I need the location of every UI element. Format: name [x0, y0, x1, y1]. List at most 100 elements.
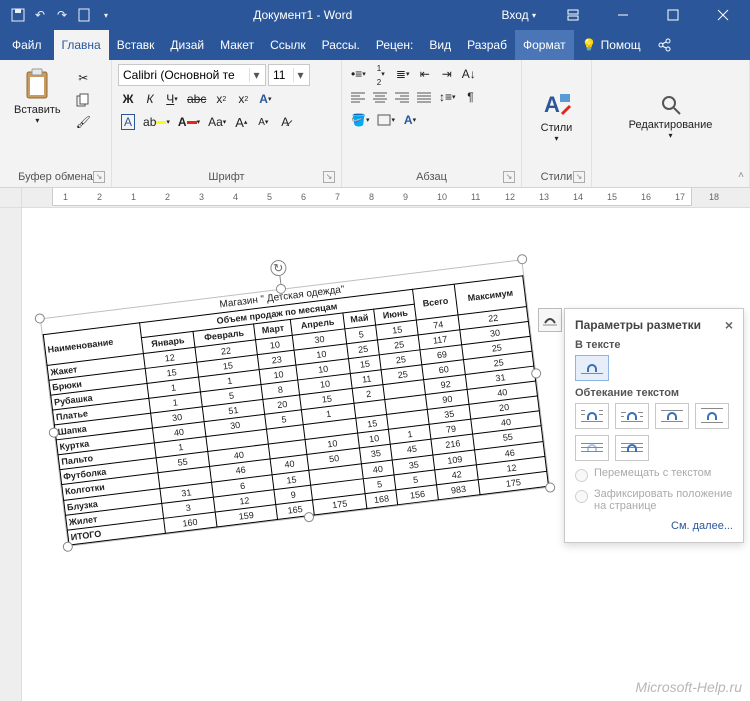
tab-layout[interactable]: Макет — [212, 30, 262, 60]
bullets-button[interactable]: •≡▾ — [348, 64, 369, 84]
styles-button[interactable]: A Стили ▾ — [528, 64, 585, 169]
underline-button[interactable]: Ч▾ — [162, 89, 182, 109]
maximize-button[interactable] — [650, 0, 696, 30]
tab-mailings[interactable]: Рассы. — [314, 30, 368, 60]
font-color-button[interactable]: A▾ — [175, 112, 203, 132]
svg-text:A: A — [544, 92, 560, 117]
tab-design[interactable]: Дизай — [162, 30, 212, 60]
wrap-tight-option[interactable] — [615, 403, 649, 429]
ruler-tick: 2 — [165, 192, 170, 202]
wrap-through-option[interactable] — [655, 403, 689, 429]
horizontal-ruler[interactable]: 12123456789101112131415161718 — [0, 188, 750, 208]
strikethrough-button[interactable]: abc — [184, 89, 209, 109]
layout-options-anchor[interactable] — [538, 308, 562, 332]
share-button[interactable] — [649, 30, 679, 60]
ruler-tick: 1 — [131, 192, 136, 202]
ruler-tick: 18 — [709, 192, 719, 202]
wrap-inline-option[interactable] — [575, 355, 609, 381]
tab-references[interactable]: Ссылк — [262, 30, 314, 60]
resize-handle-b[interactable] — [303, 512, 314, 523]
tab-view[interactable]: Вид — [421, 30, 459, 60]
line-spacing-button[interactable]: ↕≡▾ — [436, 87, 459, 107]
borders-button[interactable]: ▾ — [374, 110, 398, 130]
paragraph-dialog-launcher[interactable]: ↘ — [503, 171, 515, 183]
qat-more-icon[interactable]: ▾ — [98, 7, 114, 23]
char-border-button[interactable]: A — [118, 112, 138, 132]
wrap-behind-option[interactable] — [575, 435, 609, 461]
tab-home[interactable]: Главна — [54, 30, 109, 60]
sort-button[interactable]: A↓ — [459, 64, 479, 84]
rotate-handle[interactable]: ↻ — [270, 259, 288, 277]
close-icon[interactable]: × — [725, 317, 733, 333]
font-dialog-launcher[interactable]: ↘ — [323, 171, 335, 183]
ruler-tick: 11 — [471, 192, 480, 202]
bold-button[interactable]: Ж — [118, 89, 138, 109]
text-effects-button[interactable]: A▾ — [255, 89, 275, 109]
increase-indent-button[interactable]: ⇥ — [437, 64, 457, 84]
tab-file[interactable]: Файл — [0, 30, 54, 60]
wrap-topbottom-option[interactable] — [695, 403, 729, 429]
clear-formatting-button[interactable]: A̷ — [275, 112, 295, 132]
tab-review[interactable]: Рецен: — [368, 30, 422, 60]
align-right-button[interactable] — [392, 87, 412, 107]
tab-insert[interactable]: Вставк — [109, 30, 163, 60]
styles-dialog-launcher[interactable]: ↘ — [573, 171, 585, 183]
align-center-icon — [373, 91, 387, 103]
subscript-button[interactable]: x2 — [211, 89, 231, 109]
minimize-button[interactable] — [600, 0, 646, 30]
italic-button[interactable]: К — [140, 89, 160, 109]
chevron-down-icon[interactable]: ▾ — [249, 68, 263, 82]
decrease-indent-button[interactable]: ⇤ — [415, 64, 435, 84]
see-also-link[interactable]: См. далее... — [575, 520, 733, 532]
ruler-tick: 14 — [573, 192, 583, 202]
grow-font-button[interactable]: A▴ — [231, 112, 251, 132]
multilevel-button[interactable]: ≣▾ — [393, 64, 413, 84]
document-page[interactable]: ↻ Магазин " Детская одежда"НаименованиеО… — [22, 208, 750, 701]
font-name-combo[interactable]: ▾ — [118, 64, 266, 86]
collapse-ribbon-button[interactable]: ˄ — [738, 170, 744, 181]
ribbon: Вставить ▾ ✂ 🖌 Буфер обмена↘ ▾ ▾ Ж К Ч▾ … — [0, 60, 750, 188]
ruler-tick: 10 — [437, 192, 447, 202]
font-size-input[interactable] — [269, 68, 293, 82]
resize-handle-tr[interactable] — [517, 254, 528, 265]
align-left-button[interactable] — [348, 87, 368, 107]
paste-button[interactable]: Вставить ▾ — [6, 64, 69, 129]
redo-icon[interactable]: ↷ — [54, 7, 70, 23]
wrap-front-option[interactable] — [615, 435, 649, 461]
shrink-font-button[interactable]: A▾ — [253, 112, 273, 132]
tab-format[interactable]: Формат — [515, 30, 574, 60]
sign-in-button[interactable]: Вход ▾ — [491, 0, 546, 30]
superscript-button[interactable]: x2 — [233, 89, 253, 109]
resize-handle-bl[interactable] — [62, 541, 73, 552]
wrap-square-option[interactable] — [575, 403, 609, 429]
editing-button[interactable]: Редактирование ▾ — [598, 64, 743, 169]
chevron-down-icon[interactable]: ▾ — [293, 68, 307, 82]
ribbon-display-icon[interactable] — [550, 0, 596, 30]
cut-button[interactable]: ✂ — [73, 68, 94, 88]
vertical-ruler[interactable] — [0, 208, 22, 701]
justify-button[interactable] — [414, 87, 434, 107]
highlight-button[interactable]: ab▾ — [140, 112, 173, 132]
inserted-table-object[interactable]: ↻ Магазин " Детская одежда"НаименованиеО… — [40, 259, 550, 547]
copy-button[interactable] — [73, 90, 94, 110]
resize-handle-br[interactable] — [545, 482, 556, 493]
undo-icon[interactable]: ↶ — [32, 7, 48, 23]
shading-button[interactable]: 🪣▾ — [348, 110, 372, 130]
format-painter-button[interactable]: 🖌 — [73, 112, 94, 132]
tab-developer[interactable]: Разраб — [459, 30, 515, 60]
ruler-tick: 5 — [267, 192, 272, 202]
search-icon — [659, 93, 683, 117]
save-icon[interactable] — [10, 7, 26, 23]
close-button[interactable] — [700, 0, 746, 30]
numbering-button[interactable]: 12▾ — [371, 64, 391, 84]
resize-handle-r[interactable] — [531, 368, 542, 379]
change-case-button[interactable]: Aa▾ — [205, 112, 229, 132]
clipboard-dialog-launcher[interactable]: ↘ — [93, 171, 105, 183]
show-marks-button[interactable]: ¶ — [461, 87, 481, 107]
asian-layout-button[interactable]: A▾ — [400, 110, 420, 130]
new-doc-icon[interactable] — [76, 7, 92, 23]
align-center-button[interactable] — [370, 87, 390, 107]
font-name-input[interactable] — [119, 68, 249, 82]
font-size-combo[interactable]: ▾ — [268, 64, 310, 86]
tab-tell-me[interactable]: 💡Помощ — [574, 30, 649, 60]
